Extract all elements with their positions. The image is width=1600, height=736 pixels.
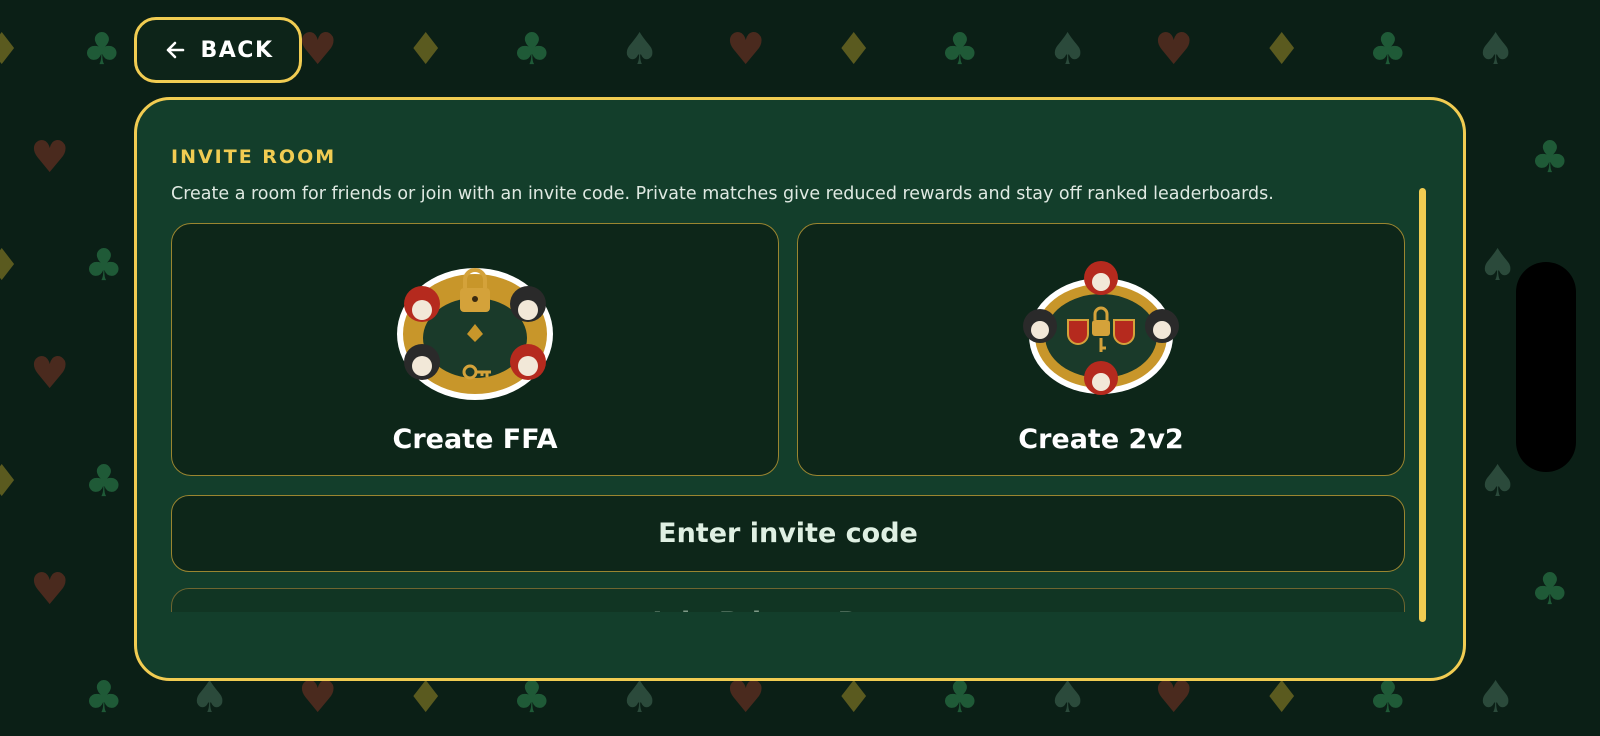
diamond-icon: ♦ — [834, 672, 874, 723]
spade-icon: ♠ — [620, 24, 660, 75]
heart-icon: ♥ — [30, 132, 70, 183]
diamond-icon: ♦ — [834, 24, 874, 75]
jester-table-lock-emblem-icon — [397, 268, 553, 400]
invite-room-scroll-area[interactable]: INVITE ROOM Create a room for friends or… — [171, 100, 1407, 648]
heart-icon: ♥ — [298, 24, 338, 75]
jester-duo-shield-emblem-icon — [1023, 261, 1179, 395]
enter-invite-code-button[interactable]: Enter invite code — [171, 495, 1405, 572]
diamond-icon: ♦ — [406, 672, 446, 723]
club-icon: ♣ — [1368, 24, 1408, 75]
club-icon: ♣ — [940, 24, 980, 75]
invite-room-panel: INVITE ROOM Create a room for friends or… — [134, 97, 1466, 681]
scrollbar-thumb[interactable] — [1419, 188, 1426, 622]
club-icon: ♣ — [84, 672, 124, 723]
diamond-icon: ♦ — [1262, 24, 1302, 75]
diamond-icon: ♦ — [0, 456, 22, 507]
club-icon: ♣ — [82, 24, 122, 75]
heart-icon: ♥ — [298, 672, 338, 723]
create-2v2-label: Create 2v2 — [1018, 424, 1184, 455]
club-icon: ♣ — [1530, 132, 1570, 183]
club-icon: ♣ — [1530, 564, 1570, 615]
club-icon: ♣ — [512, 672, 552, 723]
back-button[interactable]: BACK — [134, 17, 302, 83]
diamond-icon: ♦ — [0, 240, 22, 291]
heart-icon: ♥ — [726, 672, 766, 723]
heart-icon: ♥ — [30, 564, 70, 615]
spade-icon: ♠ — [1048, 24, 1088, 75]
club-icon: ♣ — [84, 240, 124, 291]
arrow-left-icon — [166, 41, 184, 59]
heart-icon: ♥ — [1154, 672, 1194, 723]
club-icon: ♣ — [1368, 672, 1408, 723]
panel-title: INVITE ROOM — [171, 146, 337, 168]
create-ffa-button[interactable]: Create FFA — [171, 223, 779, 476]
club-icon: ♣ — [940, 672, 980, 723]
spade-icon: ♠ — [1478, 240, 1518, 291]
device-notch — [1516, 262, 1576, 472]
spade-icon: ♠ — [620, 672, 660, 723]
scroll-fade — [171, 612, 1407, 648]
heart-icon: ♥ — [1154, 24, 1194, 75]
create-2v2-button[interactable]: Create 2v2 — [797, 223, 1405, 476]
create-ffa-label: Create FFA — [392, 424, 558, 455]
heart-icon: ♥ — [726, 24, 766, 75]
spade-icon: ♠ — [1476, 672, 1516, 723]
spade-icon: ♠ — [1476, 24, 1516, 75]
spade-icon: ♠ — [1478, 456, 1518, 507]
diamond-icon: ♦ — [1262, 672, 1302, 723]
diamond-icon: ♦ — [406, 24, 446, 75]
club-icon: ♣ — [84, 456, 124, 507]
spade-icon: ♠ — [1048, 672, 1088, 723]
spade-icon: ♠ — [190, 672, 230, 723]
panel-description: Create a room for friends or join with a… — [171, 184, 1274, 204]
club-icon: ♣ — [512, 24, 552, 75]
heart-icon: ♥ — [30, 348, 70, 399]
diamond-icon: ♦ — [0, 24, 22, 75]
back-button-label: BACK — [200, 37, 274, 63]
